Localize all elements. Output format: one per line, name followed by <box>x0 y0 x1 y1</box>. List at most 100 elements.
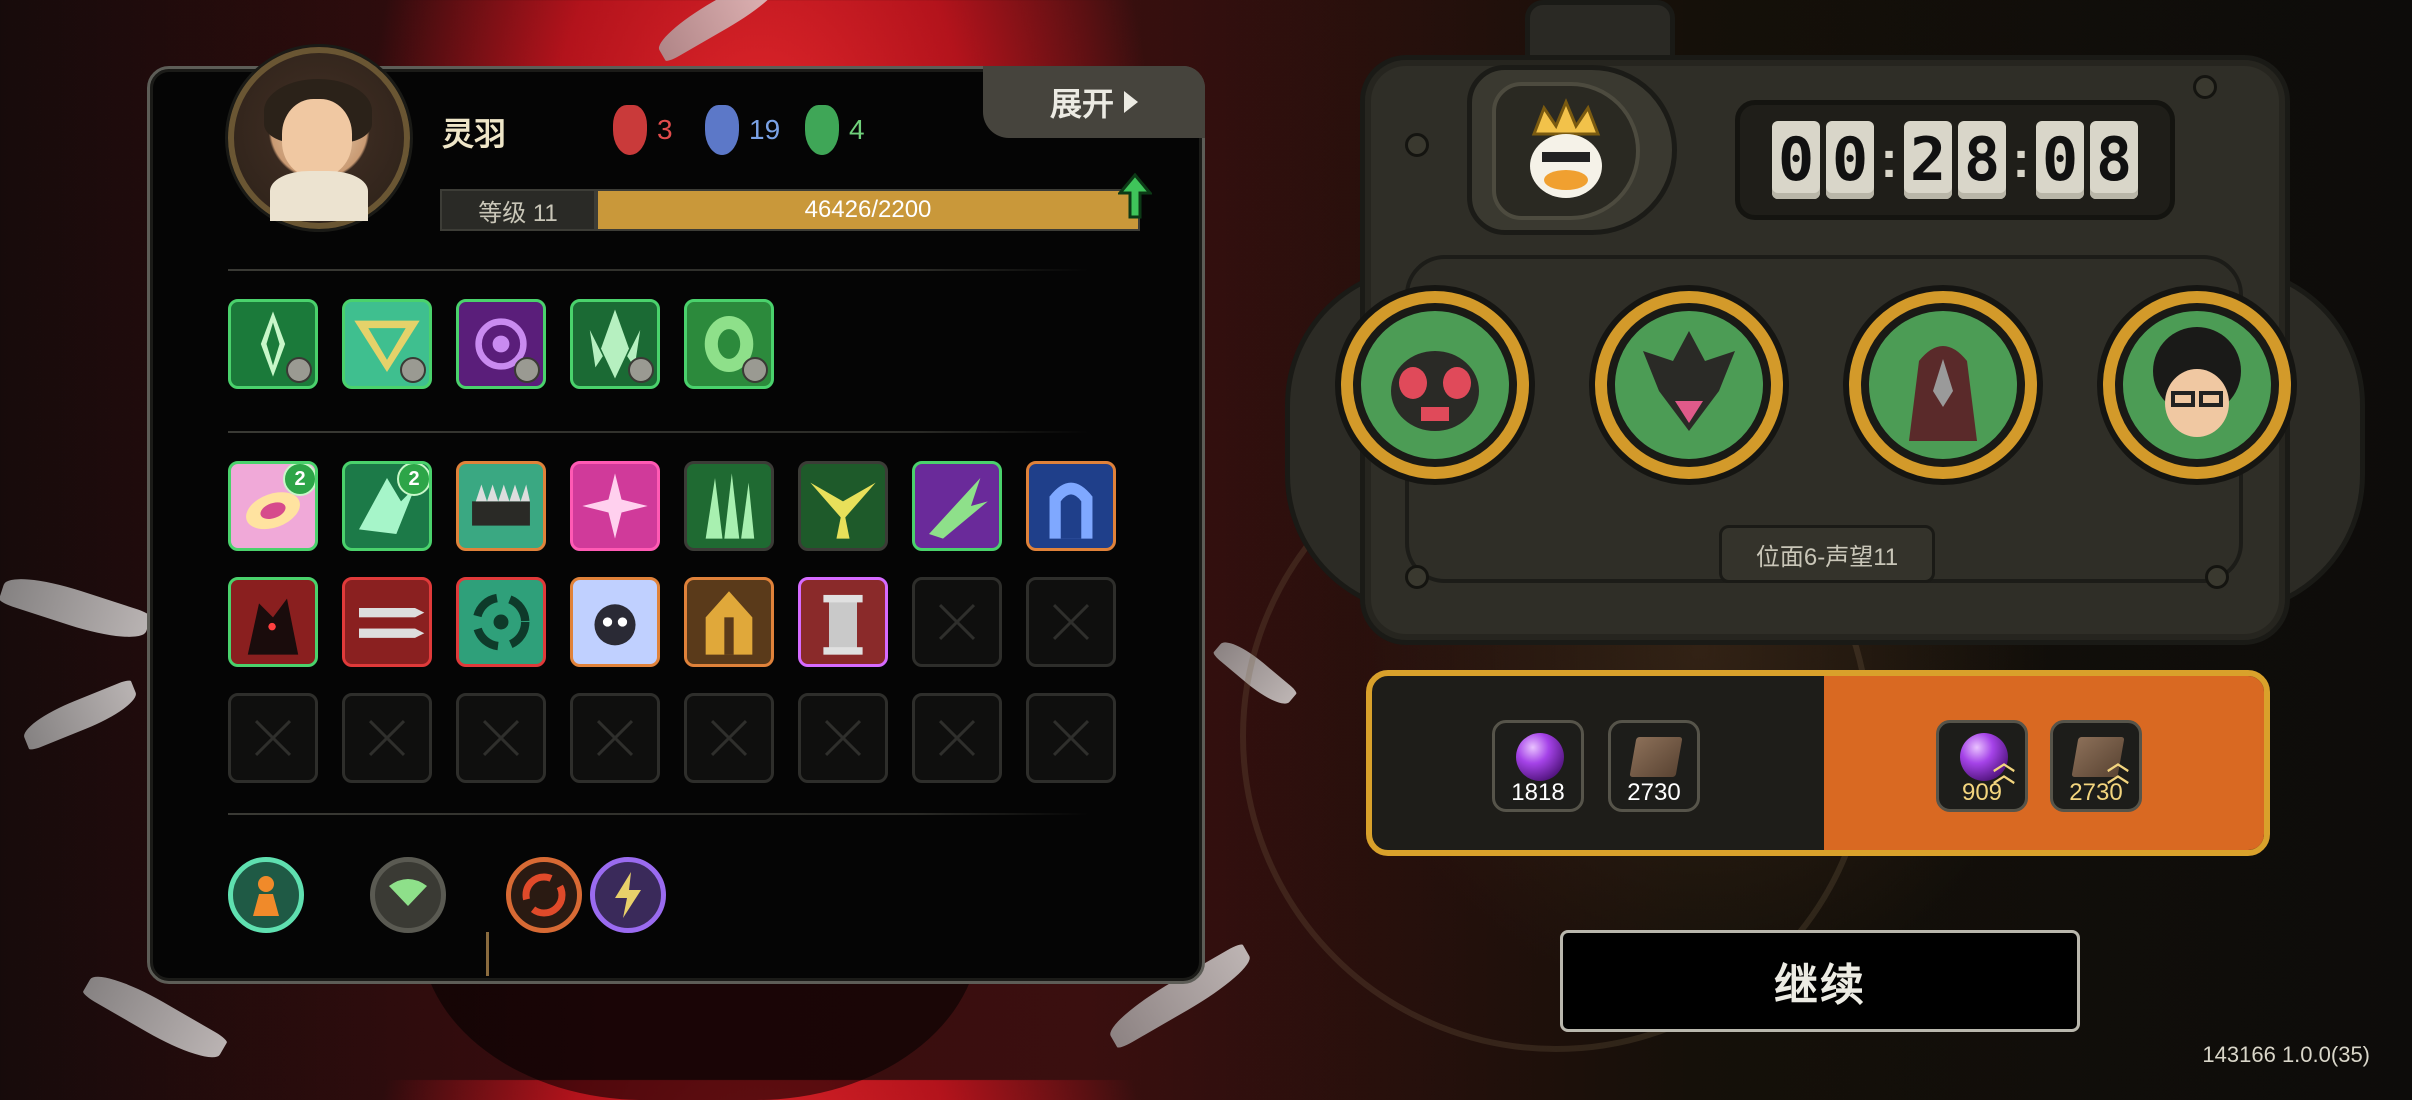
timer-colon: : <box>2012 131 2030 189</box>
blade-decor <box>18 678 142 752</box>
skill-slot[interactable] <box>456 299 546 389</box>
item-slot[interactable]: 2 <box>342 461 432 551</box>
character-panel: 灵羽 3 19 4 展开 等级 11 46426/2200 2 2 <box>147 47 1205 984</box>
spike-trap-item-icon <box>472 484 530 526</box>
timer-digit: 0 <box>1772 121 1820 199</box>
empty-item-slot[interactable] <box>798 693 888 783</box>
item-slot[interactable] <box>684 461 774 551</box>
item-slot[interactable]: 2 <box>228 461 318 551</box>
arrow-right-icon <box>1124 91 1138 113</box>
empty-item-slot[interactable] <box>1026 577 1116 667</box>
xp-text: 46426/2200 <box>804 196 932 223</box>
item-slot[interactable] <box>456 461 546 551</box>
item-slot[interactable] <box>570 461 660 551</box>
item-slot[interactable] <box>1026 461 1116 551</box>
empty-item-slot[interactable] <box>912 693 1002 783</box>
hooded-bird-icon <box>1909 346 1977 441</box>
empty-item-slot[interactable] <box>456 693 546 783</box>
leader-frame[interactable] <box>1492 82 1640 220</box>
horned-demon-portrait[interactable] <box>1589 285 1789 485</box>
crowned-duck-icon <box>1530 98 1602 198</box>
leader-pod <box>1467 65 1677 235</box>
curly-hair-portrait[interactable] <box>2097 285 2297 485</box>
red-mask-count: 3 <box>657 114 673 145</box>
bonus-reward-area <box>1824 676 2264 850</box>
skill-rank-icon <box>514 357 540 383</box>
blue-arch-item-icon <box>1049 482 1093 539</box>
lightning-icon <box>615 872 641 918</box>
empty-item-slot[interactable] <box>912 577 1002 667</box>
fly-enemy-portrait[interactable] <box>1335 285 1535 485</box>
red-beast-item-icon <box>247 598 299 655</box>
section-divider <box>228 269 1088 271</box>
green-mask-icon <box>805 105 839 155</box>
blue-mask-count: 19 <box>749 114 781 145</box>
section-divider <box>228 813 1088 815</box>
version-label: 143166 1.0.0(35) <box>2202 1042 2370 1067</box>
item-slot[interactable] <box>456 577 546 667</box>
orb-reward-value: 1818 <box>1511 779 1565 806</box>
continue-button[interactable]: 继续 <box>1560 930 2080 1032</box>
purple-orb-icon <box>1516 733 1564 781</box>
avatar-face <box>282 99 352 177</box>
relic-separator <box>486 932 489 976</box>
double-chevron-up-icon: ︿ ︿ <box>2107 750 2130 787</box>
twin-blade-item-icon <box>359 608 425 638</box>
purple-blade-item-icon <box>929 478 988 539</box>
timer-digit: 0 <box>1826 121 1874 199</box>
flame-figure-relic[interactable] <box>228 857 304 933</box>
skill-rank-icon <box>742 357 768 383</box>
pink-burst-item-icon <box>582 473 648 539</box>
screw-icon <box>1405 133 1429 157</box>
xp-progress-bar: 46426/2200 <box>596 189 1140 231</box>
item-slot[interactable] <box>798 461 888 551</box>
item-slot[interactable] <box>342 577 432 667</box>
item-slot[interactable] <box>798 577 888 667</box>
empty-item-slot[interactable] <box>342 693 432 783</box>
skill-rank-icon <box>286 357 312 383</box>
fan-icon <box>389 879 427 906</box>
avatar-body <box>270 171 368 221</box>
expand-button[interactable]: 展开 <box>983 66 1205 138</box>
empty-item-slot[interactable] <box>570 693 660 783</box>
book-bonus-reward[interactable]: ︿ ︿ 2730 <box>2050 720 2142 812</box>
item-slot[interactable] <box>228 577 318 667</box>
green-mask-count: 4 <box>849 114 865 145</box>
hooded-bird-portrait[interactable] <box>1843 285 2043 485</box>
skill-slot[interactable] <box>228 299 318 389</box>
skill-slot[interactable] <box>342 299 432 389</box>
empty-item-slot[interactable] <box>1026 693 1116 783</box>
empty-item-slot[interactable] <box>228 693 318 783</box>
book-bonus-value: 2730 <box>2069 779 2123 806</box>
level-label: 等级 11 <box>440 189 596 231</box>
red-mask-stat: 3 <box>613 105 673 155</box>
lightning-relic[interactable] <box>590 857 666 933</box>
green-claw-item-icon <box>705 473 755 539</box>
screw-icon <box>1405 565 1429 589</box>
screw-icon <box>2193 75 2217 99</box>
item-slot[interactable] <box>684 577 774 667</box>
red-spiral-relic[interactable] <box>506 857 582 933</box>
skill-slot[interactable] <box>684 299 774 389</box>
book-icon <box>1629 737 1683 777</box>
timer-digit: 0 <box>2036 121 2084 199</box>
orb-bonus-reward[interactable]: ︿ ︿ 909 <box>1936 720 2028 812</box>
flame-figure-icon <box>253 876 279 916</box>
item-slot[interactable] <box>570 577 660 667</box>
curly-hair-icon <box>2153 327 2241 437</box>
orb-bonus-value: 909 <box>1961 779 2003 806</box>
yellow-wing-item-icon <box>810 482 876 539</box>
skill-rank-icon <box>400 357 426 383</box>
orb-reward[interactable]: 1818 <box>1492 720 1584 812</box>
item-slot[interactable] <box>912 461 1002 551</box>
book-reward[interactable]: 2730 <box>1608 720 1700 812</box>
player-avatar[interactable] <box>228 47 410 229</box>
portrait-ring <box>1861 303 2025 467</box>
timer-colon: : <box>1880 131 1898 189</box>
skill-slot[interactable] <box>570 299 660 389</box>
empty-item-slot[interactable] <box>684 693 774 783</box>
level-up-arrow-icon[interactable] <box>1118 173 1152 219</box>
fan-relic[interactable] <box>370 857 446 933</box>
blade-decor <box>651 0 789 63</box>
fly-enemy-icon <box>1391 351 1479 431</box>
